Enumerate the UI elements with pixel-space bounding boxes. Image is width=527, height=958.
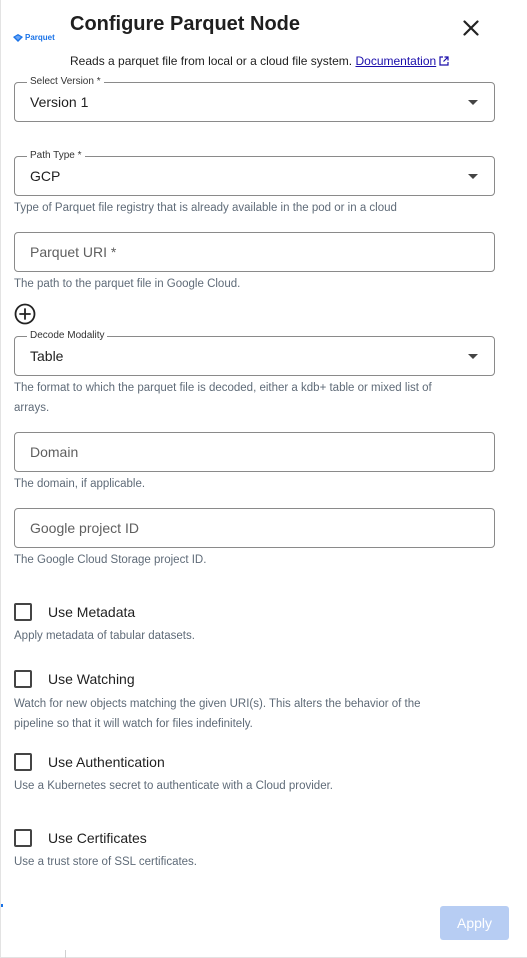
project-id-input[interactable]: [15, 509, 494, 547]
parquet-uri-helper: The path to the parquet file in Google C…: [14, 278, 241, 290]
use-watching-label: Use Watching: [48, 671, 135, 687]
parquet-uri-field: [14, 232, 495, 272]
parquet-logo-icon: [13, 33, 23, 42]
path-type-value: GCP: [30, 168, 61, 184]
use-metadata-label: Use Metadata: [48, 604, 136, 620]
project-id-helper: The Google Cloud Storage project ID.: [14, 554, 207, 566]
add-circle-icon: [14, 303, 36, 325]
path-type-label: Path Type *: [27, 150, 85, 162]
path-type-helper: Type of Parquet file registry that is al…: [14, 202, 397, 214]
add-uri-button[interactable]: [14, 303, 36, 325]
use-authentication-helper: Use a Kubernetes secret to authenticate …: [14, 780, 333, 792]
use-metadata-checkbox[interactable]: [14, 603, 32, 621]
domain-input[interactable]: [15, 433, 494, 471]
node-description: Reads a parquet file from local or a clo…: [70, 54, 449, 68]
use-metadata-option: Use Metadata: [14, 602, 135, 622]
chevron-down-icon: [468, 354, 478, 359]
decode-modality-label: Decode Modality: [27, 330, 108, 342]
page-title: Configure Parquet Node: [70, 13, 301, 35]
select-version-value: Version 1: [30, 94, 89, 110]
apply-button[interactable]: Apply: [440, 906, 509, 940]
documentation-link-label: Documentation: [355, 54, 437, 68]
use-certificates-label: Use Certificates: [48, 830, 147, 846]
use-watching-helper-line1: Watch for new objects matching the given…: [14, 698, 421, 710]
external-link-icon: [439, 56, 449, 66]
parquet-uri-input[interactable]: [15, 233, 494, 271]
decode-modality-helper-line2: arrays.: [14, 402, 50, 414]
use-certificates-checkbox[interactable]: [14, 829, 32, 847]
use-watching-helper-line2: pipeline so that it will watch for files…: [14, 718, 253, 730]
select-version-label: Select Version *: [27, 76, 104, 88]
close-icon: [463, 20, 479, 36]
close-button[interactable]: [459, 16, 483, 40]
domain-field: [14, 432, 495, 472]
decode-modality-helper-line1: The format to which the parquet file is …: [14, 382, 432, 394]
project-id-field: [14, 508, 495, 548]
use-watching-option: Use Watching: [14, 669, 135, 689]
use-certificates-helper: Use a trust store of SSL certificates.: [14, 856, 198, 868]
chevron-down-icon: [468, 174, 478, 179]
use-authentication-label: Use Authentication: [48, 754, 165, 770]
use-watching-checkbox[interactable]: [14, 670, 32, 688]
edge-divider: [65, 950, 66, 958]
logo-text: Parquet: [25, 33, 55, 42]
path-type-dropdown[interactable]: Path Type * GCP: [14, 150, 495, 196]
use-authentication-checkbox[interactable]: [14, 753, 32, 771]
domain-helper: The domain, if applicable.: [14, 478, 146, 490]
decode-modality-dropdown[interactable]: Decode Modality Table: [14, 330, 495, 376]
decode-modality-value: Table: [30, 348, 64, 364]
use-authentication-option: Use Authentication: [14, 752, 165, 772]
use-certificates-option: Use Certificates: [14, 828, 147, 848]
description-text: Reads a parquet file from local or a clo…: [70, 54, 353, 68]
chevron-down-icon: [468, 100, 478, 105]
edge-marker: [1, 904, 3, 907]
parquet-logo: Parquet: [13, 33, 55, 42]
use-metadata-helper: Apply metadata of tabular datasets.: [14, 630, 195, 642]
documentation-link[interactable]: Documentation: [355, 54, 436, 68]
configure-parquet-panel: Parquet Configure Parquet Node Reads a p…: [0, 0, 527, 958]
select-version-dropdown[interactable]: Select Version * Version 1: [14, 76, 495, 122]
